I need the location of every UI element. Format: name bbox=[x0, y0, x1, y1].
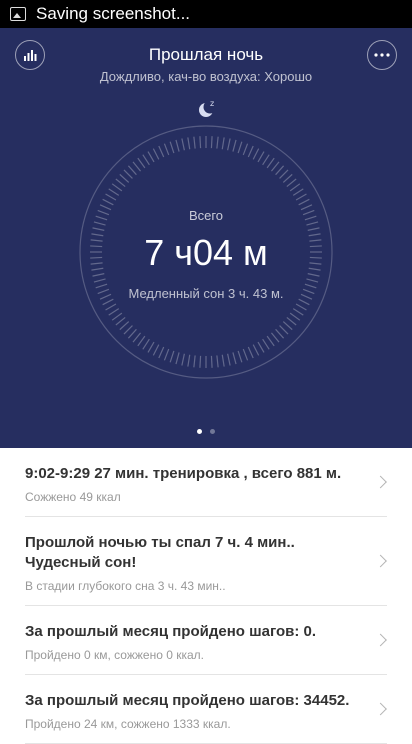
activity-list: 9:02-9:29 27 мин. тренировка , всего 881… bbox=[0, 448, 412, 744]
chevron-right-icon bbox=[374, 475, 387, 489]
list-item[interactable]: За прошлый месяц пройдено шагов: 0. Прой… bbox=[25, 606, 387, 675]
item-title: Прошлой ночью ты спал 7 ч. 4 мин.. Чудес… bbox=[25, 534, 295, 571]
item-subtitle: Сожжено 49 ккал bbox=[25, 490, 121, 504]
page-dot-1[interactable] bbox=[197, 429, 202, 434]
image-icon bbox=[10, 7, 26, 21]
status-text: Saving screenshot... bbox=[36, 4, 191, 23]
item-title: За прошлый месяц пройдено шагов: 0. bbox=[25, 623, 317, 640]
list-item[interactable]: Прошлой ночью ты спал 7 ч. 4 мин.. Чудес… bbox=[25, 517, 387, 606]
item-subtitle: В стадии глубокого сна 3 ч. 43 мин.. bbox=[25, 579, 226, 593]
total-sleep-value: 7 ч04 м bbox=[144, 232, 268, 273]
light-sleep-detail: Медленный сон 3 ч. 43 м. bbox=[128, 286, 284, 301]
list-item[interactable]: За прошлый месяц пройдено шагов: 34452. … bbox=[25, 675, 387, 744]
sleep-panel[interactable]: Прошлая ночь Дождливо, кач-во воздуха: Х… bbox=[0, 28, 412, 448]
moon-icon: z bbox=[199, 99, 217, 117]
page-indicator[interactable] bbox=[0, 429, 412, 434]
status-bar: Saving screenshot... bbox=[0, 0, 412, 28]
svg-text:z: z bbox=[210, 99, 214, 108]
item-subtitle: Пройдено 24 км, сожжено 1333 ккал. bbox=[25, 717, 231, 731]
item-title: За прошлый месяц пройдено шагов: 34452. bbox=[25, 692, 350, 709]
total-label: Всего bbox=[188, 208, 224, 223]
chevron-right-icon bbox=[374, 702, 387, 716]
list-item[interactable]: 9:02-9:29 27 мин. тренировка , всего 881… bbox=[25, 448, 387, 517]
page-dot-2[interactable] bbox=[210, 429, 215, 434]
chevron-right-icon bbox=[374, 554, 387, 568]
item-subtitle: Пройдено 0 км, сожжено 0 ккал. bbox=[25, 648, 204, 662]
item-title: 9:02-9:29 27 мин. тренировка , всего 881… bbox=[25, 465, 342, 482]
chevron-right-icon bbox=[374, 633, 387, 647]
